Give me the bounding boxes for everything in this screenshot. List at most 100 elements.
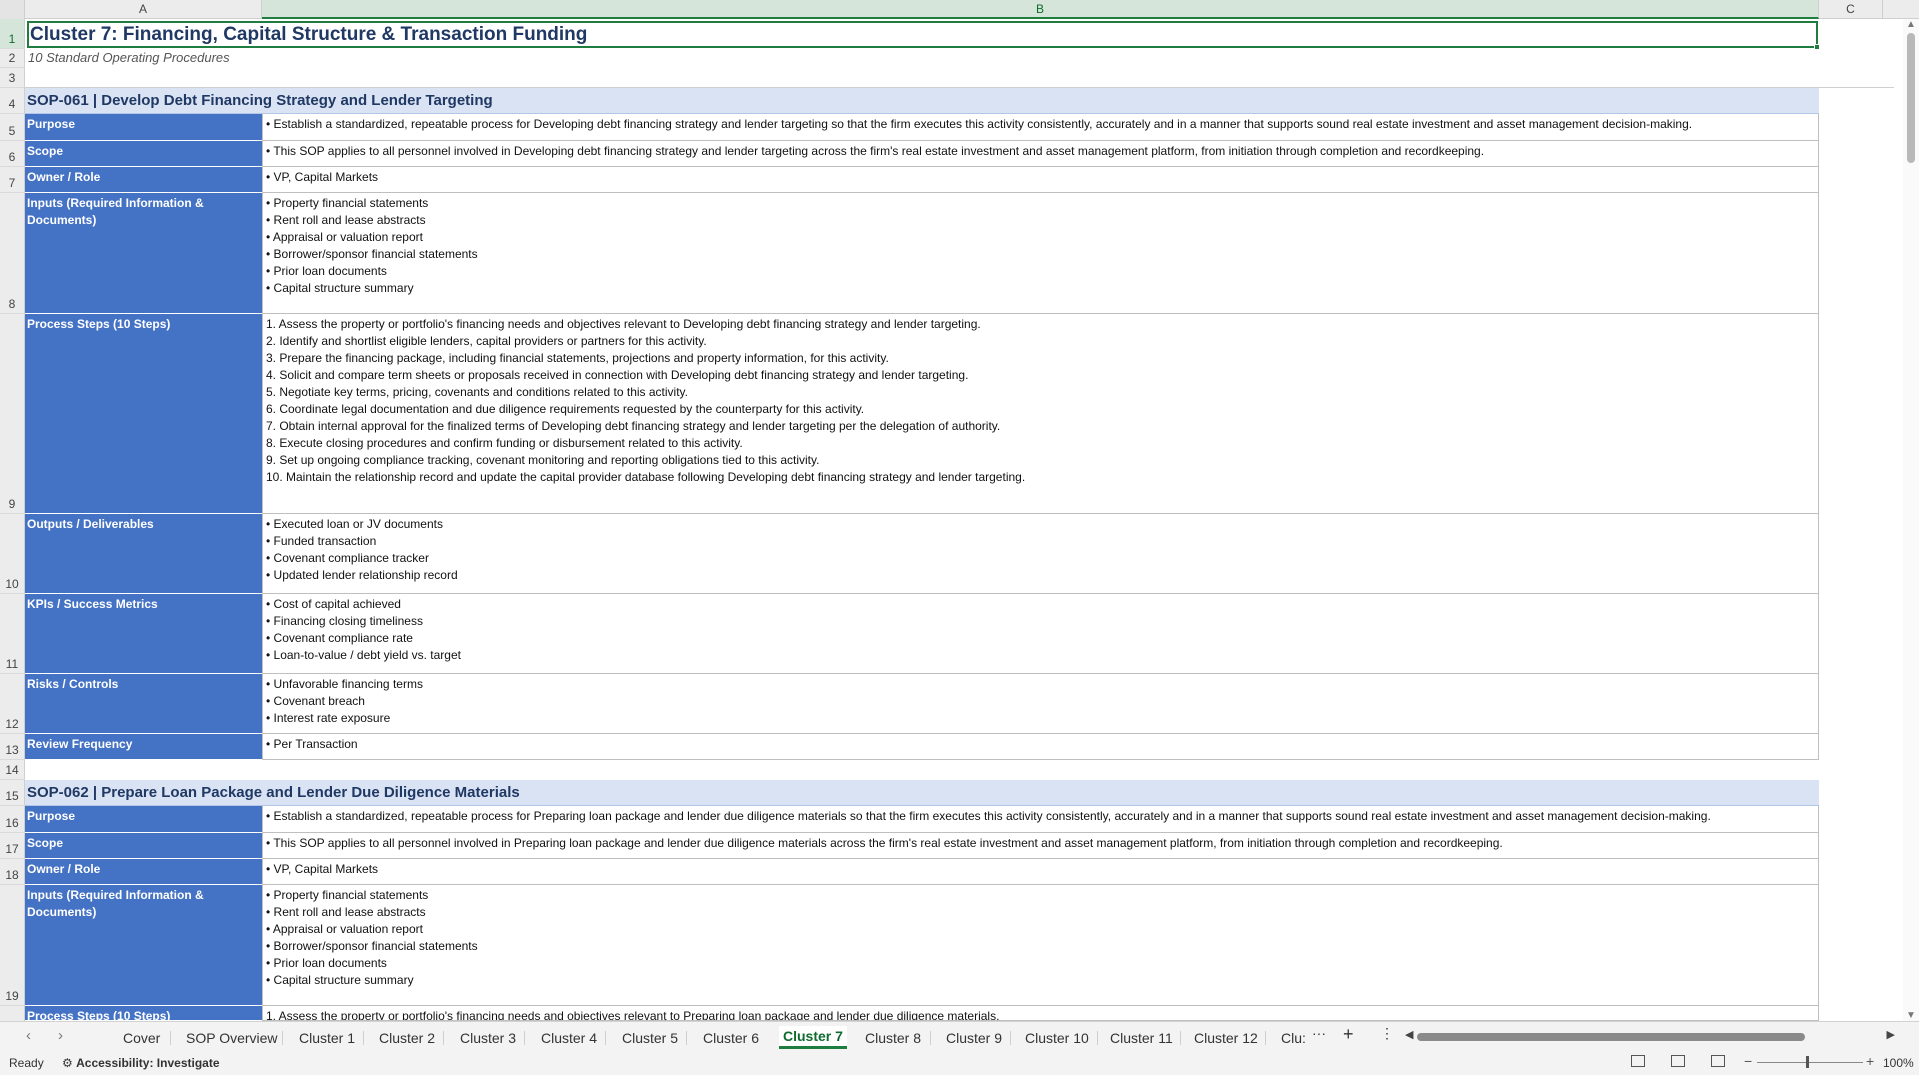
- row-header-4[interactable]: 4: [0, 88, 25, 114]
- scroll-left-icon[interactable]: ◀: [1405, 1028, 1413, 1041]
- zoom-slider-thumb[interactable]: [1806, 1056, 1809, 1068]
- column-header-a[interactable]: A: [25, 0, 262, 19]
- value-risks[interactable]: • Unfavorable financing terms • Covenant…: [262, 674, 1819, 734]
- row-header-19[interactable]: 19: [0, 885, 25, 1006]
- zoom-in-icon[interactable]: +: [1866, 1053, 1874, 1069]
- label-inputs[interactable]: Inputs (Required Information & Documents…: [25, 885, 262, 1006]
- tab-separator: [1010, 1031, 1011, 1045]
- options-icon[interactable]: ⋮: [1380, 1025, 1394, 1042]
- value-inputs[interactable]: • Property financial statements • Rent r…: [262, 885, 1819, 1006]
- value-owner[interactable]: • VP, Capital Markets: [262, 859, 1819, 885]
- nav-prev-icon[interactable]: ‹: [26, 1027, 31, 1044]
- value-purpose[interactable]: • Establish a standardized, repeatable p…: [262, 114, 1819, 141]
- zoom-level[interactable]: 100%: [1883, 1056, 1914, 1070]
- row-header-3[interactable]: 3: [0, 68, 25, 88]
- value-steps[interactable]: 1. Assess the property or portfolio's fi…: [262, 1006, 1819, 1021]
- tab-cluster-2[interactable]: Cluster 2: [379, 1028, 435, 1048]
- row-header-8[interactable]: 8: [0, 193, 25, 314]
- tab-cover[interactable]: Cover: [123, 1028, 160, 1048]
- fill-handle[interactable]: [1814, 44, 1820, 50]
- row-header-6[interactable]: 6: [0, 141, 25, 167]
- sop-header-062[interactable]: SOP-062 | Prepare Loan Package and Lende…: [25, 780, 1819, 806]
- step-item: 6. Coordinate legal documentation and du…: [266, 402, 865, 416]
- nav-next-icon[interactable]: ›: [58, 1027, 63, 1044]
- select-all-corner[interactable]: [0, 0, 25, 19]
- tab-cluster-11[interactable]: Cluster 11: [1110, 1028, 1173, 1048]
- label-owner[interactable]: Owner / Role: [25, 167, 262, 193]
- tab-cluster-4[interactable]: Cluster 4: [541, 1028, 597, 1048]
- tab-cluster-9[interactable]: Cluster 9: [946, 1028, 1002, 1048]
- scroll-down-icon[interactable]: ▼: [1903, 1010, 1919, 1021]
- label-steps[interactable]: Process Steps (10 Steps): [25, 314, 262, 514]
- label-purpose[interactable]: Purpose: [25, 806, 262, 833]
- row-header-5[interactable]: 5: [0, 114, 25, 141]
- value-owner[interactable]: • VP, Capital Markets: [262, 167, 1819, 193]
- tab-cluster-13-partial[interactable]: Clu:: [1281, 1028, 1306, 1048]
- sheet-subtitle[interactable]: 10 Standard Operating Procedures: [28, 50, 230, 65]
- value-steps[interactable]: 1. Assess the property or portfolio's fi…: [262, 314, 1819, 514]
- column-header-c[interactable]: C: [1819, 0, 1883, 19]
- label-steps[interactable]: Process Steps (10 Steps): [25, 1006, 262, 1021]
- row-header-9[interactable]: 9: [0, 314, 25, 514]
- scroll-up-icon[interactable]: ▲: [1903, 19, 1919, 30]
- row-header-14[interactable]: 14: [0, 760, 25, 780]
- row-number: 6: [8, 150, 16, 164]
- normal-view-icon[interactable]: [1631, 1055, 1645, 1067]
- value-inputs[interactable]: • Property financial statements • Rent r…: [262, 193, 1819, 314]
- label-owner[interactable]: Owner / Role: [25, 859, 262, 885]
- value-scope[interactable]: • This SOP applies to all personnel invo…: [262, 833, 1819, 859]
- list-item: • Capital structure summary: [266, 973, 414, 987]
- tab-cluster-8[interactable]: Cluster 8: [865, 1028, 921, 1048]
- horizontal-scrollbar[interactable]: ◀ ▶: [1405, 1028, 1895, 1044]
- row-header-12[interactable]: 12: [0, 674, 25, 734]
- row-header-17[interactable]: 17: [0, 833, 25, 859]
- zoom-out-icon[interactable]: −: [1744, 1053, 1752, 1069]
- value-outputs[interactable]: • Executed loan or JV documents • Funded…: [262, 514, 1819, 594]
- row-header-16[interactable]: 16: [0, 806, 25, 833]
- label-outputs[interactable]: Outputs / Deliverables: [25, 514, 262, 594]
- column-header-b[interactable]: B: [262, 0, 1819, 19]
- more-tabs-icon[interactable]: ···: [1312, 1025, 1326, 1041]
- label-scope[interactable]: Scope: [25, 141, 262, 167]
- row-header-1[interactable]: 1: [0, 19, 25, 49]
- accessibility-status[interactable]: ⚙ Accessibility: Investigate: [62, 1056, 220, 1070]
- label-scope[interactable]: Scope: [25, 833, 262, 859]
- tab-cluster-1[interactable]: Cluster 1: [299, 1028, 355, 1048]
- page-layout-icon[interactable]: [1671, 1055, 1685, 1067]
- value-scope[interactable]: • This SOP applies to all personnel invo…: [262, 141, 1819, 167]
- label-purpose[interactable]: Purpose: [25, 114, 262, 141]
- row-header-13[interactable]: 13: [0, 734, 25, 760]
- row-header-11[interactable]: 11: [0, 594, 25, 674]
- label-risks[interactable]: Risks / Controls: [25, 674, 262, 734]
- row-header-7[interactable]: 7: [0, 167, 25, 193]
- vertical-scrollbar[interactable]: ▲ ▼: [1903, 19, 1919, 1021]
- scroll-right-icon[interactable]: ▶: [1887, 1028, 1895, 1041]
- row-header-20[interactable]: [0, 1006, 25, 1021]
- tab-cluster-12[interactable]: Cluster 12: [1194, 1028, 1258, 1048]
- vertical-scroll-thumb[interactable]: [1907, 33, 1915, 163]
- value-kpis[interactable]: • Cost of capital achieved • Financing c…: [262, 594, 1819, 674]
- tab-cluster-7[interactable]: Cluster 7: [779, 1026, 847, 1049]
- tab-separator: [686, 1031, 687, 1045]
- row-header-18[interactable]: 18: [0, 859, 25, 885]
- add-sheet-icon[interactable]: +: [1343, 1024, 1354, 1045]
- tab-cluster-3[interactable]: Cluster 3: [460, 1028, 516, 1048]
- tab-cluster-6[interactable]: Cluster 6: [703, 1028, 759, 1048]
- page-break-icon[interactable]: [1711, 1055, 1725, 1067]
- horizontal-scroll-thumb[interactable]: [1417, 1033, 1805, 1041]
- row-header-10[interactable]: 10: [0, 514, 25, 594]
- row-header-15[interactable]: 15: [0, 780, 25, 806]
- zoom-slider[interactable]: [1757, 1062, 1863, 1063]
- tab-sop-overview[interactable]: SOP Overview: [186, 1028, 278, 1048]
- value-review[interactable]: • Per Transaction: [262, 734, 1819, 760]
- sheet-title-cell[interactable]: Cluster 7: Financing, Capital Structure …: [27, 21, 1820, 50]
- label-inputs[interactable]: Inputs (Required Information & Documents…: [25, 193, 262, 314]
- sop-header-061[interactable]: SOP-061 | Develop Debt Financing Strateg…: [25, 88, 1819, 114]
- row-header-2[interactable]: 2: [0, 49, 25, 68]
- tab-cluster-10[interactable]: Cluster 10: [1025, 1028, 1089, 1048]
- label-kpis[interactable]: KPIs / Success Metrics: [25, 594, 262, 674]
- list-item: • Appraisal or valuation report: [266, 922, 423, 936]
- tab-cluster-5[interactable]: Cluster 5: [622, 1028, 678, 1048]
- label-review[interactable]: Review Frequency: [25, 734, 262, 760]
- value-purpose[interactable]: • Establish a standardized, repeatable p…: [262, 806, 1819, 833]
